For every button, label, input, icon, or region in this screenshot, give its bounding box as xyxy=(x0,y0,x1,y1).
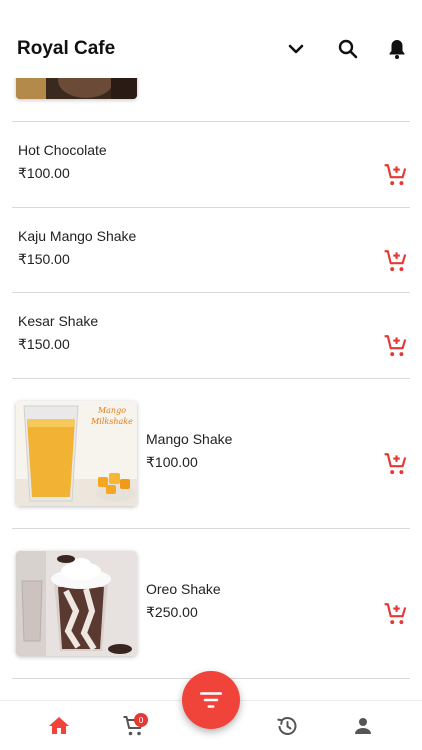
filter-icon xyxy=(199,692,223,708)
add-to-cart-icon[interactable] xyxy=(383,333,409,359)
svg-text:Mango: Mango xyxy=(97,406,126,415)
home-icon xyxy=(49,717,69,734)
add-to-cart-icon[interactable] xyxy=(383,162,409,188)
svg-text:Milkshake: Milkshake xyxy=(90,417,133,426)
bell-icon[interactable] xyxy=(384,36,410,62)
item-price: ₹150.00 xyxy=(18,251,70,267)
list-item[interactable]: Oreo Shake ₹250.00 xyxy=(0,529,422,678)
list-item[interactable]: Mango Milkshake Mango Shake ₹100.00 xyxy=(0,379,422,528)
list-item[interactable]: Hot Chocolate ₹100.00 xyxy=(0,122,422,207)
nav-profile[interactable] xyxy=(350,713,376,739)
item-name: Kaju Mango Shake xyxy=(18,228,137,244)
item-price: ₹150.00 xyxy=(18,336,70,352)
mango-shake-image: Mango Milkshake xyxy=(16,401,137,506)
add-to-cart-icon[interactable] xyxy=(383,451,409,477)
list-item[interactable]: Kesar Shake ₹150.00 xyxy=(0,293,422,378)
chevron-down-icon[interactable] xyxy=(283,36,309,62)
filter-button[interactable] xyxy=(182,671,240,729)
app-bar: Royal Cafe xyxy=(0,0,422,78)
search-icon[interactable] xyxy=(335,36,361,62)
profile-icon xyxy=(355,718,371,734)
item-name: Hot Chocolate xyxy=(18,142,107,158)
oreo-shake-image xyxy=(16,551,137,656)
menu-list[interactable]: Hot Chocolate ₹100.00 Kaju Mango Shake ₹… xyxy=(0,78,422,700)
nav-history[interactable] xyxy=(274,713,300,739)
add-to-cart-icon[interactable] xyxy=(383,601,409,627)
previous-item-image xyxy=(16,78,137,99)
app-title: Royal Cafe xyxy=(17,38,116,59)
item-price: ₹100.00 xyxy=(18,165,70,181)
item-price: ₹250.00 xyxy=(146,604,198,620)
list-item[interactable]: Kaju Mango Shake ₹150.00 xyxy=(0,208,422,293)
cart-badge: 0 xyxy=(134,713,148,727)
history-icon xyxy=(277,717,297,735)
nav-home[interactable] xyxy=(46,713,72,739)
add-to-cart-icon[interactable] xyxy=(383,248,409,274)
item-name: Mango Shake xyxy=(146,431,233,447)
item-name: Kesar Shake xyxy=(18,313,99,329)
item-name: Oreo Shake xyxy=(146,581,221,597)
item-price: ₹100.00 xyxy=(146,454,198,470)
